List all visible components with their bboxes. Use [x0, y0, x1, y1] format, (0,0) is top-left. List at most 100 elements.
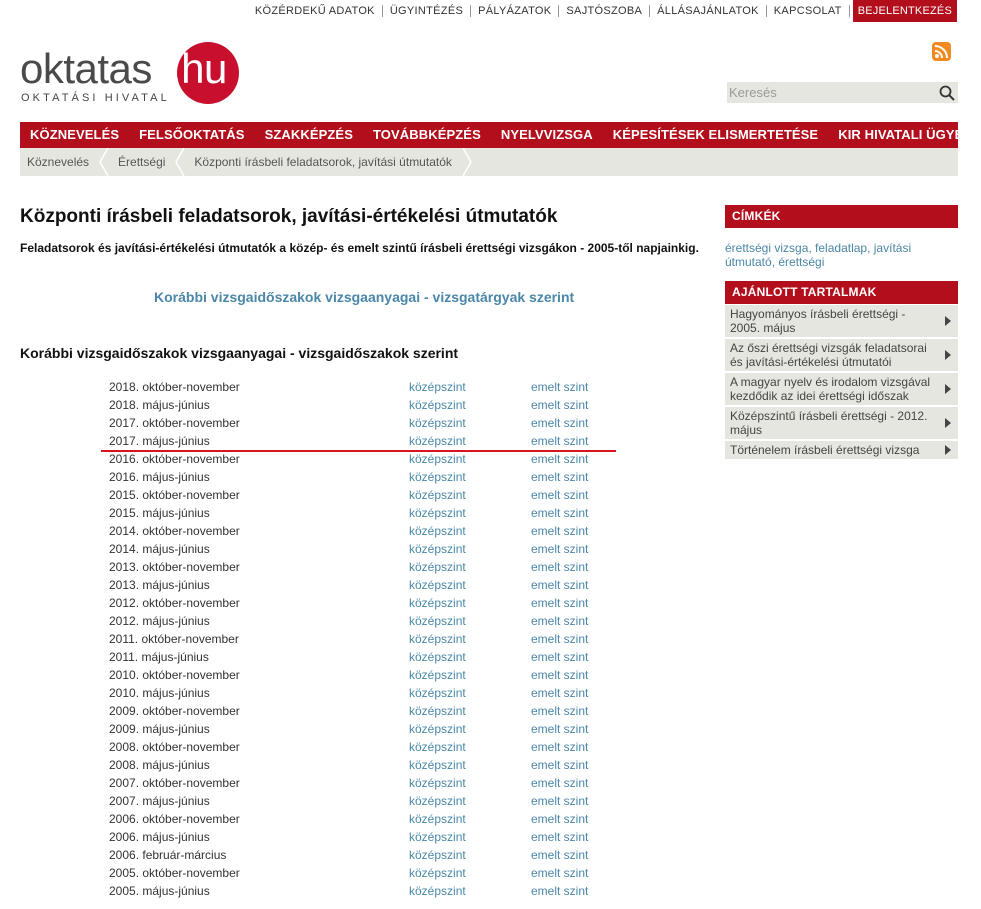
breadcrumb-item-erettsegi[interactable]: Érettségi [111, 148, 173, 176]
mid-level-link[interactable]: középszint [409, 702, 466, 720]
advanced-level-link[interactable]: emelt szint [531, 828, 588, 846]
recommended-item[interactable]: Az őszi érettségi vizsgák feladatsorai é… [725, 339, 958, 371]
tag-link[interactable]: érettségi vizsga [725, 241, 808, 255]
mid-level-link[interactable]: középszint [409, 774, 466, 792]
top-link-tenders[interactable]: PÁLYÁZATOK [471, 5, 560, 17]
advanced-level-link[interactable]: emelt szint [531, 522, 588, 540]
mid-level-link[interactable]: középszint [409, 576, 466, 594]
nav-item-further-training[interactable]: TOVÁBBKÉPZÉS [363, 122, 491, 148]
advanced-level-link[interactable]: emelt szint [531, 504, 588, 522]
top-link-contact[interactable]: KAPCSOLAT [767, 5, 850, 17]
top-link-public-data[interactable]: KÖZÉRDEKŰ ADATOK [248, 5, 383, 17]
advanced-level-link[interactable]: emelt szint [531, 648, 588, 666]
advanced-level-link[interactable]: emelt szint [531, 576, 588, 594]
advanced-level-link[interactable]: emelt szint [531, 666, 588, 684]
advanced-level-link[interactable]: emelt szint [531, 846, 588, 864]
table-row: 2008. május-június középszint emelt szint [109, 756, 629, 774]
advanced-level-link[interactable]: emelt szint [531, 864, 588, 882]
breadcrumb-separator-icon [99, 148, 109, 176]
advanced-level-link[interactable]: emelt szint [531, 450, 588, 468]
advanced-level-link[interactable]: emelt szint [531, 756, 588, 774]
mid-level-link[interactable]: középszint [409, 450, 466, 468]
advanced-level-link[interactable]: emelt szint [531, 684, 588, 702]
tag-link[interactable]: feladatlap [815, 241, 867, 255]
search-input[interactable] [727, 82, 929, 103]
advanced-level-link[interactable]: emelt szint [531, 792, 588, 810]
mid-level-link[interactable]: középszint [409, 396, 466, 414]
recommended-item[interactable]: A magyar nyelv és irodalom vizsgával kez… [725, 373, 958, 405]
mid-level-link[interactable]: középszint [409, 612, 466, 630]
site-logo[interactable]: oktatas .hu OKTATÁSI HIVATAL [20, 42, 260, 104]
mid-level-link[interactable]: középszint [409, 594, 466, 612]
nav-item-vocational[interactable]: SZAKKÉPZÉS [255, 122, 363, 148]
mid-level-link[interactable]: középszint [409, 738, 466, 756]
mid-level-link[interactable]: középszint [409, 864, 466, 882]
recommended-item[interactable]: Középszintű írásbeli érettségi - 2012. m… [725, 407, 958, 439]
by-subject-link[interactable]: Korábbi vizsgaidőszakok vizsgaanyagai - … [154, 289, 574, 305]
advanced-level-link[interactable]: emelt szint [531, 378, 588, 396]
table-row: 2016. május-június középszint emelt szint [109, 468, 629, 486]
advanced-level-link[interactable]: emelt szint [531, 612, 588, 630]
mid-level-link[interactable]: középszint [409, 378, 466, 396]
nav-item-higher-education[interactable]: FELSŐOKTATÁS [129, 122, 254, 148]
mid-level-link[interactable]: középszint [409, 828, 466, 846]
mid-level-link[interactable]: középszint [409, 432, 466, 450]
recommended-heading: AJÁNLOTT TARTALMAK [725, 281, 958, 304]
tag-link[interactable]: érettségi [778, 255, 824, 269]
advanced-level-link[interactable]: emelt szint [531, 594, 588, 612]
advanced-level-link[interactable]: emelt szint [531, 558, 588, 576]
recommended-item[interactable]: Hagyományos írásbeli érettségi - 2005. m… [725, 305, 958, 337]
top-link-press[interactable]: SAJTÓSZOBA [559, 5, 651, 17]
advanced-level-link[interactable]: emelt szint [531, 468, 588, 486]
top-link-administration[interactable]: ÜGYINTÉZÉS [383, 5, 472, 17]
exam-period-label: 2018. október-november [109, 380, 240, 394]
mid-level-link[interactable]: középszint [409, 522, 466, 540]
table-row: 2017. május-június középszint emelt szint [109, 432, 629, 450]
mid-level-link[interactable]: középszint [409, 414, 466, 432]
mid-level-link[interactable]: középszint [409, 540, 466, 558]
mid-level-link[interactable]: középszint [409, 630, 466, 648]
table-row: 2015. október-november középszint emelt sz… [109, 486, 629, 504]
breadcrumb-item-current[interactable]: Központi írásbeli feladatsorok, javítási… [187, 148, 459, 176]
mid-level-link[interactable]: középszint [409, 846, 466, 864]
breadcrumb-item-koznevel[interactable]: Köznevelés [20, 148, 97, 176]
advanced-level-link[interactable]: emelt szint [531, 540, 588, 558]
mid-level-link[interactable]: középszint [409, 756, 466, 774]
advanced-level-link[interactable]: emelt szint [531, 702, 588, 720]
mid-level-link[interactable]: középszint [409, 684, 466, 702]
search-icon[interactable] [938, 84, 956, 102]
mid-level-link[interactable]: középszint [409, 486, 466, 504]
advanced-level-link[interactable]: emelt szint [531, 432, 588, 450]
advanced-level-link[interactable]: emelt szint [531, 774, 588, 792]
mid-level-link[interactable]: középszint [409, 666, 466, 684]
mid-level-link[interactable]: középszint [409, 468, 466, 486]
nav-item-public-education[interactable]: KÖZNEVELÉS [20, 122, 129, 148]
table-row: 2013. május-június középszint emelt szint [109, 576, 629, 594]
exam-period-table: 2018. október-november középszint emelt sz… [109, 378, 629, 900]
mid-level-link[interactable]: középszint [409, 810, 466, 828]
mid-level-link[interactable]: középszint [409, 882, 466, 900]
top-link-jobs[interactable]: ÁLLÁSAJÁNLATOK [650, 5, 767, 17]
mid-level-link[interactable]: középszint [409, 504, 466, 522]
advanced-level-link[interactable]: emelt szint [531, 882, 588, 900]
login-button[interactable]: BEJELENTKEZÉS [852, 0, 957, 22]
arrow-right-icon [945, 418, 951, 428]
advanced-level-link[interactable]: emelt szint [531, 810, 588, 828]
mid-level-link[interactable]: középszint [409, 558, 466, 576]
advanced-level-link[interactable]: emelt szint [531, 738, 588, 756]
nav-item-kir[interactable]: KIR HIVATALI ÜGYEK [828, 122, 981, 148]
rss-icon[interactable] [932, 42, 951, 61]
mid-level-link[interactable]: középszint [409, 792, 466, 810]
nav-item-language-exam[interactable]: NYELVVIZSGA [491, 122, 603, 148]
mid-level-link[interactable]: középszint [409, 720, 466, 738]
advanced-level-link[interactable]: emelt szint [531, 396, 588, 414]
exam-period-label: 2013. október-november [109, 560, 240, 574]
advanced-level-link[interactable]: emelt szint [531, 720, 588, 738]
exam-period-label: 2006. február-március [109, 848, 227, 862]
nav-item-qualifications[interactable]: KÉPESÍTÉSEK ELISMERTETÉSE [603, 122, 829, 148]
advanced-level-link[interactable]: emelt szint [531, 630, 588, 648]
recommended-item[interactable]: Történelem írásbeli érettségi vizsga [725, 441, 958, 459]
advanced-level-link[interactable]: emelt szint [531, 486, 588, 504]
advanced-level-link[interactable]: emelt szint [531, 414, 588, 432]
mid-level-link[interactable]: középszint [409, 648, 466, 666]
